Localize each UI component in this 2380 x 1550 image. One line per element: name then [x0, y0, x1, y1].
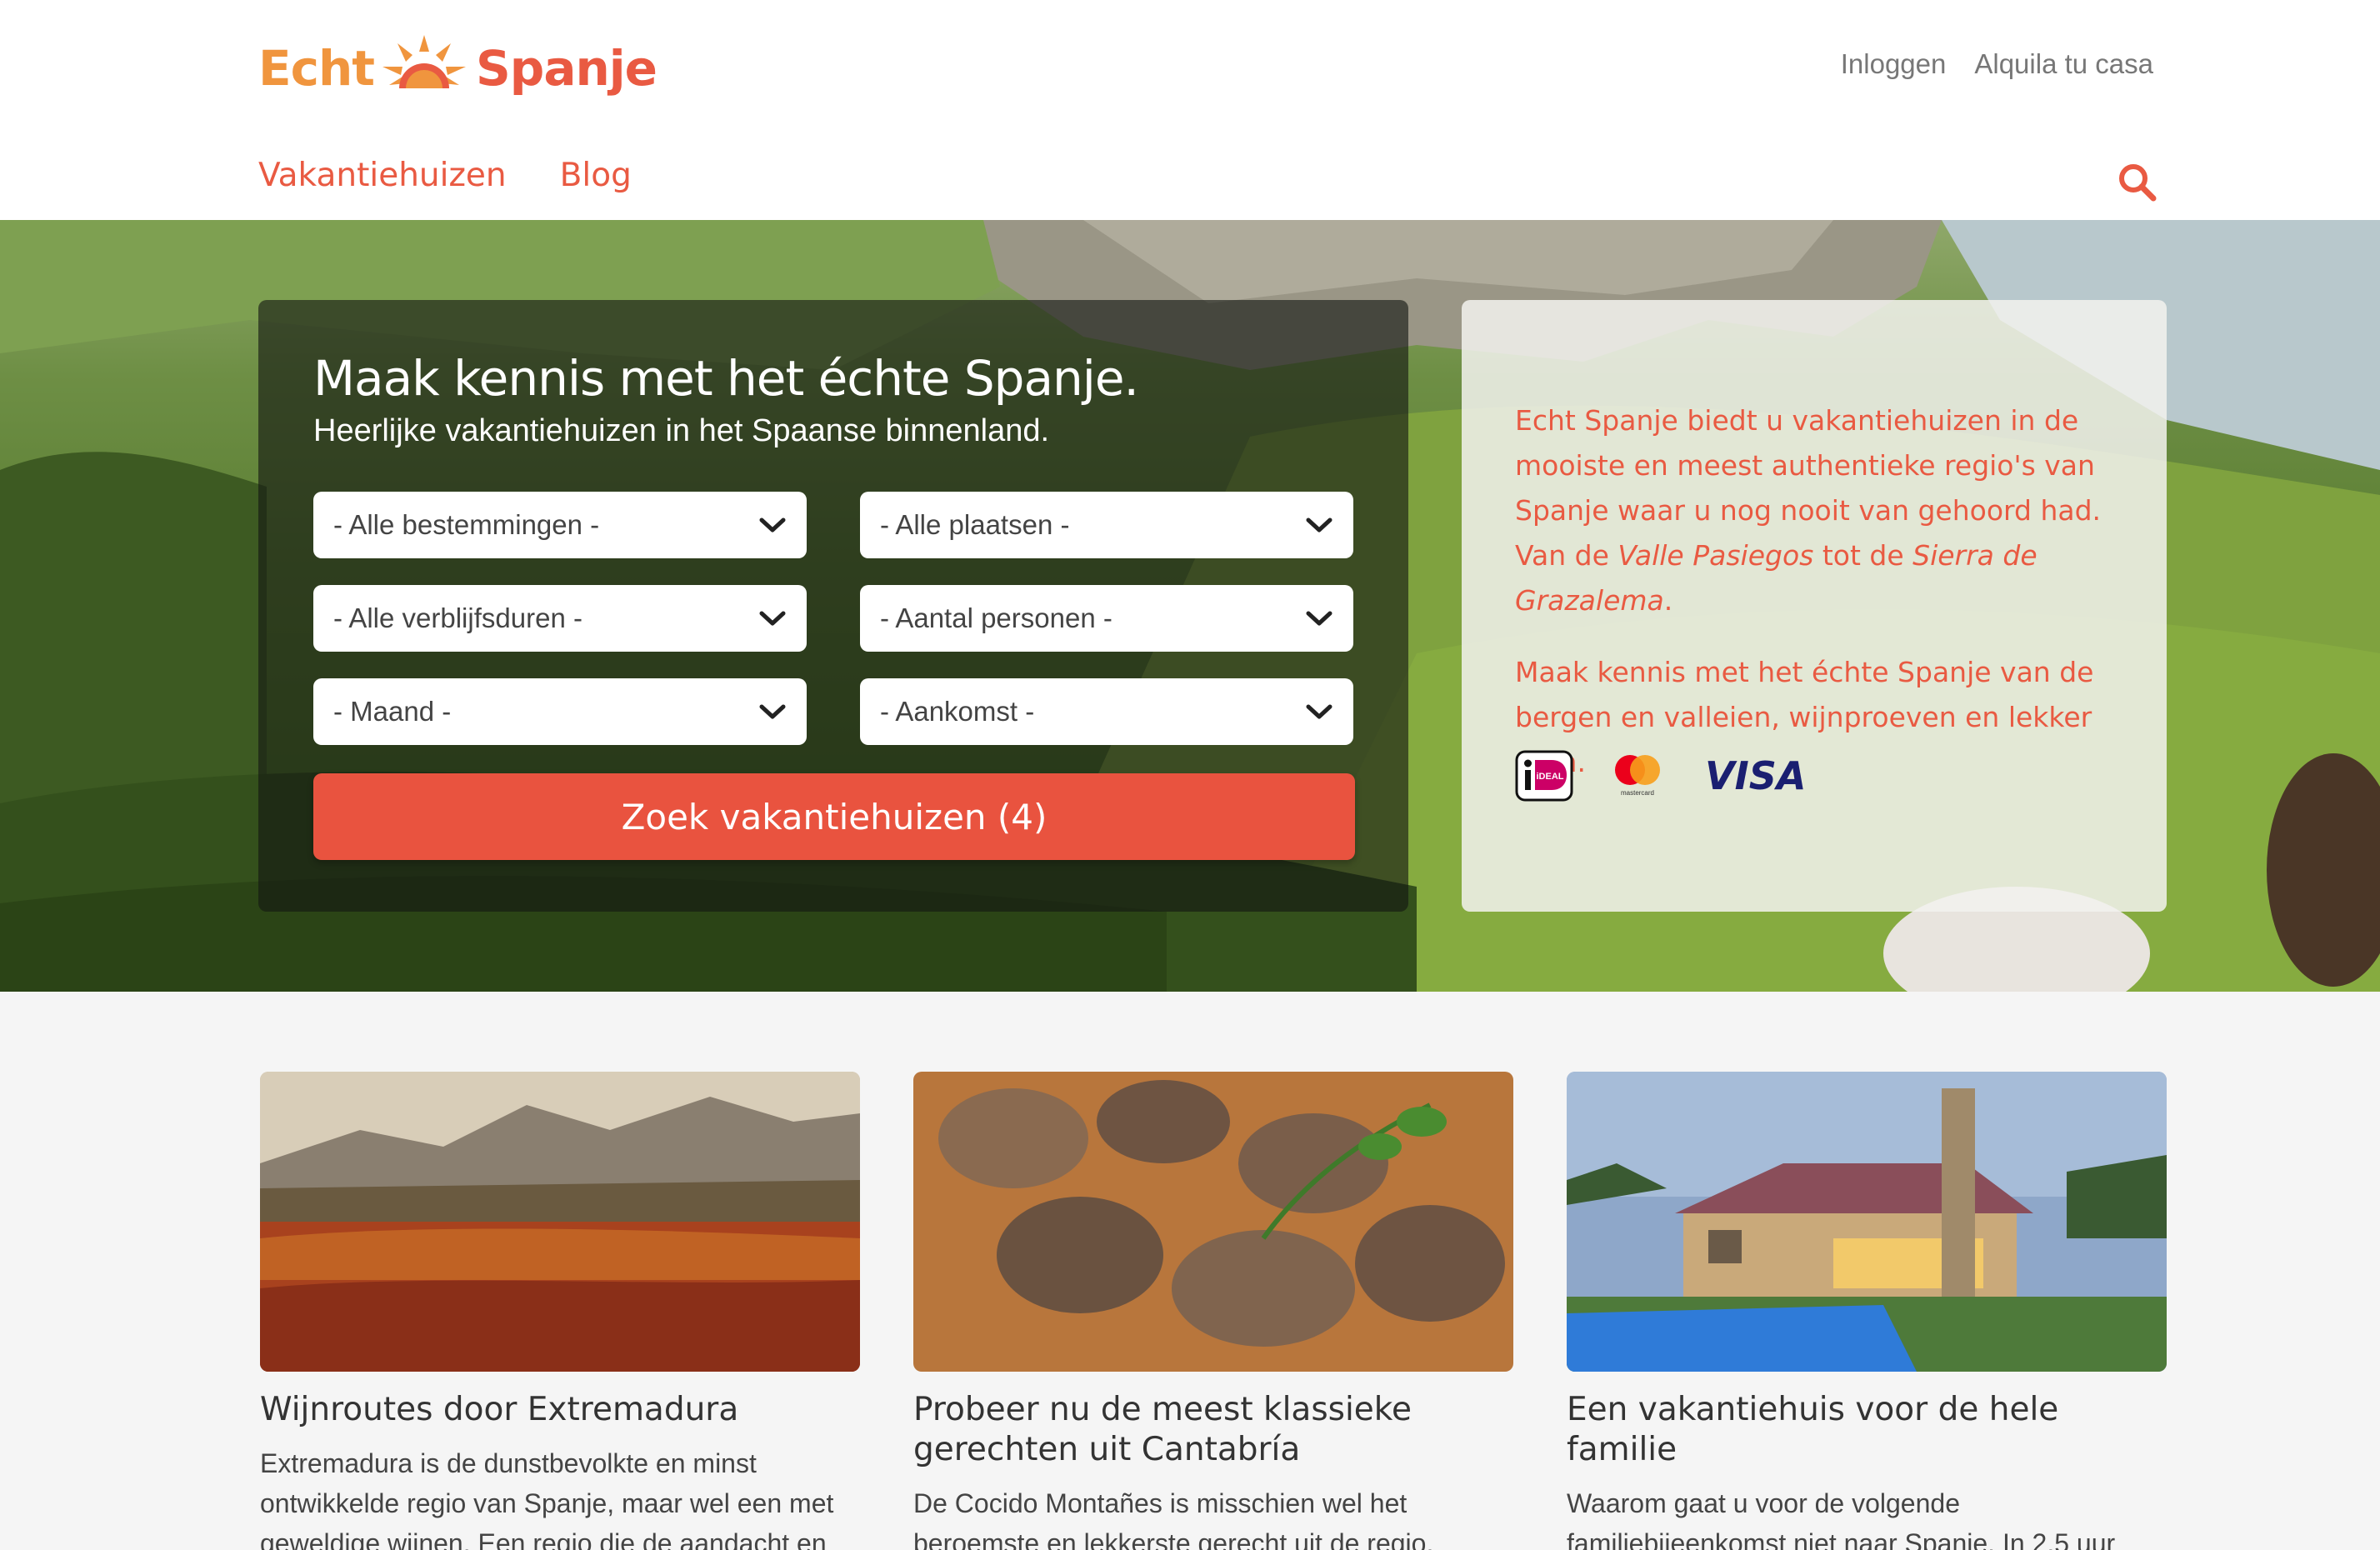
search-panel: Maak kennis met het échte Spanje. Heerli… — [258, 300, 1408, 912]
card-title[interactable]: Wijnroutes door Extremadura — [260, 1390, 860, 1430]
month-select[interactable]: - Maand - — [313, 678, 807, 745]
vineyard-image — [260, 1072, 860, 1372]
month-select-value: - Maand - — [333, 696, 452, 727]
chevron-down-icon — [759, 704, 786, 719]
info-text-part: tot de — [1813, 539, 1913, 572]
ideal-logo-icon: iDEAL — [1515, 750, 1573, 802]
destination-select[interactable]: - Alle bestemmingen - — [313, 492, 807, 558]
visa-logo-icon: VISA — [1705, 753, 1805, 798]
chevron-down-icon — [1306, 518, 1332, 532]
card-image-clams[interactable] — [913, 1072, 1513, 1372]
main-nav: Vakantiehuizen Blog — [258, 157, 632, 194]
arrival-select[interactable]: - Aankomst - — [860, 678, 1353, 745]
card-excerpt: Waarom gaat u voor de volgende familiebi… — [1567, 1488, 2116, 1550]
hero-section: Maak kennis met het échte Spanje. Heerli… — [0, 220, 2380, 992]
info-text-part: . — [1663, 584, 1673, 617]
card-excerpt: De Cocido Montañes is misschien wel het … — [913, 1488, 1434, 1550]
duration-select[interactable]: - Alle verblijfsduren - — [313, 585, 807, 652]
mastercard-logo-icon: mastercard — [1615, 755, 1660, 797]
blog-card: Wijnroutes door Extremadura Extremadura … — [260, 1072, 860, 1550]
site-logo[interactable]: Echt Spanje — [258, 33, 658, 103]
blog-card: Probeer nu de meest klassieke gerechten … — [913, 1072, 1513, 1550]
hero-subtitle: Heerlijke vakantiehuizen in het Spaanse … — [313, 413, 1050, 448]
region-name-valle-pasiegos: Valle Pasiegos — [1618, 539, 1814, 572]
chevron-down-icon — [1306, 611, 1332, 626]
card-excerpt: Extremadura is de dunstbevolkte en minst… — [260, 1448, 834, 1550]
places-select[interactable]: - Alle plaatsen - — [860, 492, 1353, 558]
card-title[interactable]: Een vakantiehuis voor de hele familie — [1567, 1390, 2167, 1470]
chevron-down-icon — [759, 611, 786, 626]
top-links: Inloggen Alquila tu casa — [1841, 48, 2153, 80]
rent-your-house-link[interactable]: Alquila tu casa — [1974, 48, 2153, 80]
search-icon[interactable] — [2117, 162, 2157, 202]
info-panel: Echt Spanje biedt u vakantiehuizen in de… — [1462, 300, 2167, 912]
ideal-logo-text: iDEAL — [1537, 772, 1564, 782]
search-houses-button[interactable]: Zoek vakantiehuizen (4) — [313, 773, 1355, 860]
holiday-house-image — [1567, 1072, 2167, 1372]
card-image-house[interactable] — [1567, 1072, 2167, 1372]
blog-card: Een vakantiehuis voor de hele familie Wa… — [1567, 1072, 2167, 1550]
mastercard-logo-text: mastercard — [1621, 789, 1654, 797]
hero-title: Maak kennis met het échte Spanje. — [313, 350, 1139, 407]
duration-select-value: - Alle verblijfsduren - — [333, 602, 582, 633]
visa-logo-text: VISA — [1705, 753, 1805, 798]
payment-logos: iDEAL mastercard VISA — [1515, 750, 1805, 802]
logo-word-spanje: Spanje — [476, 40, 658, 97]
places-select-value: - Alle plaatsen - — [880, 509, 1070, 540]
destination-select-value: - Alle bestemmingen - — [333, 509, 600, 540]
card-image-vineyard[interactable] — [260, 1072, 860, 1372]
clams-dish-image — [913, 1072, 1513, 1372]
logo-word-echt: Echt — [258, 40, 375, 97]
sun-logo-icon — [382, 35, 467, 88]
chevron-down-icon — [1306, 704, 1332, 719]
login-link[interactable]: Inloggen — [1841, 48, 1947, 80]
card-title[interactable]: Probeer nu de meest klassieke gerechten … — [913, 1390, 1513, 1470]
persons-select-value: - Aantal personen - — [880, 602, 1112, 633]
site-header: Echt Spanje Inloggen Alquila tu casa Vak… — [0, 0, 2380, 220]
persons-select[interactable]: - Aantal personen - — [860, 585, 1353, 652]
nav-item-blog[interactable]: Blog — [560, 157, 632, 194]
chevron-down-icon — [759, 518, 786, 532]
nav-item-vakantiehuizen[interactable]: Vakantiehuizen — [258, 157, 507, 194]
arrival-select-value: - Aankomst - — [880, 696, 1035, 727]
info-paragraph-1: Echt Spanje biedt u vakantiehuizen in de… — [1515, 398, 2123, 623]
